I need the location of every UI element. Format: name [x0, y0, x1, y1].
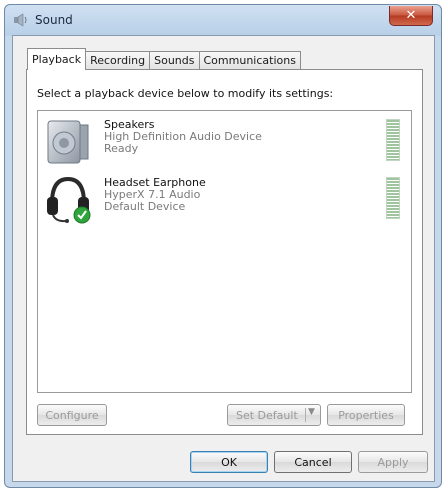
tab-strip: Playback Recording Sounds Communications [27, 48, 301, 70]
set-default-label: Set Default [236, 408, 298, 422]
playback-panel: Select a playback device below to modify… [26, 69, 423, 435]
title-bar[interactable]: Sound ✕ [5, 5, 441, 35]
list-item[interactable]: Headset Earphone HyperX 7.1 Audio Defaul… [38, 171, 411, 231]
split-divider [305, 408, 306, 422]
green-check-icon [73, 206, 91, 224]
speaker-icon [47, 120, 89, 164]
headset-icon [47, 176, 91, 224]
sound-app-icon [14, 13, 27, 27]
level-meter [386, 119, 400, 161]
configure-button[interactable]: Configure [37, 404, 107, 426]
properties-button[interactable]: Properties [327, 404, 405, 426]
level-meter [386, 177, 400, 219]
device-list[interactable]: Speakers High Definition Audio Device Re… [37, 110, 412, 393]
instruction-text: Select a playback device below to modify… [37, 87, 334, 100]
tab-sounds[interactable]: Sounds [150, 51, 200, 70]
tab-playback[interactable]: Playback [27, 48, 87, 70]
window-title: Sound [35, 13, 73, 27]
apply-button[interactable]: Apply [358, 451, 428, 473]
ok-button[interactable]: OK [190, 451, 268, 473]
device-status: Default Device [104, 200, 186, 213]
device-text: Headset Earphone HyperX 7.1 Audio Defaul… [104, 177, 206, 213]
dialog-client: Playback Recording Sounds Communications… [12, 35, 435, 482]
tab-communications[interactable]: Communications [199, 51, 301, 70]
device-text: Speakers High Definition Audio Device Re… [104, 119, 262, 155]
device-status: Ready [104, 142, 139, 155]
tab-recording[interactable]: Recording [86, 51, 151, 70]
dropdown-arrow-icon[interactable]: ▼ [308, 407, 315, 417]
sound-dialog: Sound ✕ Playback Recording Sounds Commun… [4, 4, 442, 488]
list-item[interactable]: Speakers High Definition Audio Device Re… [38, 113, 411, 173]
close-icon: ✕ [405, 8, 417, 23]
close-button[interactable]: ✕ [389, 6, 433, 26]
cancel-button[interactable]: Cancel [274, 451, 352, 473]
set-default-button[interactable]: Set Default ▼ [227, 404, 321, 426]
